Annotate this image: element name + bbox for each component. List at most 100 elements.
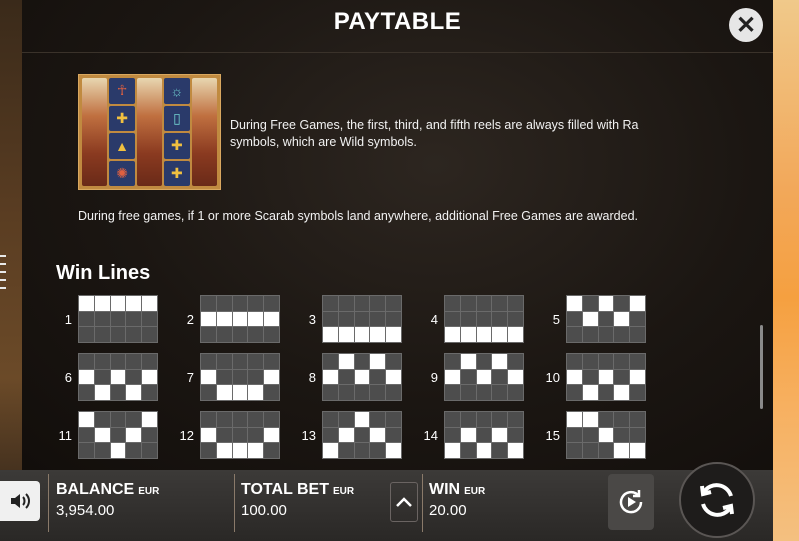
win-line-cell [216, 296, 232, 311]
win-line-cell-active [598, 369, 614, 385]
win-line-cell [370, 296, 386, 311]
win-line-cell-active [323, 327, 338, 342]
win-line-cell [201, 327, 216, 342]
win-line-cell [110, 427, 126, 443]
win-line-cell [248, 412, 264, 427]
win-line-cell-active [248, 443, 264, 458]
win-line-cell [614, 354, 630, 369]
background-left [0, 0, 22, 541]
win-line-cell [460, 311, 476, 327]
spin-button[interactable] [679, 462, 755, 538]
scrollbar[interactable] [760, 325, 763, 409]
reel-edge-markers [0, 255, 6, 295]
win-line-cell [110, 311, 126, 327]
win-line-cell-active [614, 385, 630, 400]
win-line-cell [386, 354, 401, 369]
balance-currency: EUR [138, 486, 160, 497]
win-line-cell-active [370, 354, 386, 369]
win-line-cell [598, 327, 614, 342]
autoplay-button[interactable] [608, 474, 654, 530]
win-line-cell-active [216, 385, 232, 400]
win-line-cell [630, 412, 645, 427]
win-line-cell [476, 311, 492, 327]
win-line-pattern [322, 411, 402, 459]
win-line-pattern [566, 295, 646, 343]
win-line-cell [201, 354, 216, 369]
total-bet-value: 100.00 [241, 502, 287, 519]
win-line-cell [386, 311, 401, 327]
win-line-cell [79, 427, 94, 443]
win-line-cell [216, 427, 232, 443]
win-line-cell [126, 327, 142, 342]
win-line-cell [614, 412, 630, 427]
win-line-cell [386, 412, 401, 427]
win-line-cell [232, 427, 248, 443]
win-line-cell [248, 427, 264, 443]
win-line-cell [248, 296, 264, 311]
win-line-cell [445, 385, 460, 400]
win-line-cell-active [598, 296, 614, 311]
win-line-cell-active [201, 311, 216, 327]
win-line-cell [126, 412, 142, 427]
win-line-cell [476, 296, 492, 311]
win-line-cell [201, 412, 216, 427]
win-currency: EUR [464, 486, 486, 497]
win-line-number: 13 [301, 428, 316, 443]
bet-up-button[interactable] [390, 482, 418, 522]
win-line-cell [264, 412, 279, 427]
win-line-number: 9 [430, 370, 438, 385]
win-line-cell [142, 427, 157, 443]
win-line-cell-active [386, 327, 401, 342]
win-line-pattern [78, 411, 158, 459]
chevron-up-icon [396, 497, 412, 507]
win-line-cell-active [614, 443, 630, 458]
win-line-cell [264, 385, 279, 400]
balance-label: BALANCE [56, 481, 135, 498]
win-line-cell [460, 296, 476, 311]
win-line-cell [323, 354, 338, 369]
win-line-cell-active [508, 443, 523, 458]
win-line-cell [508, 354, 523, 369]
win-line-cell [386, 296, 401, 311]
win-line-cell-active [630, 443, 645, 458]
win-line-cell-active [201, 427, 216, 443]
win-line-cell-active [567, 296, 582, 311]
win-line-cell-active [370, 427, 386, 443]
win-line-cell [460, 412, 476, 427]
win-line-cell-active [354, 327, 370, 342]
win-lines-title: Win Lines [56, 262, 151, 284]
win-line-cell [567, 443, 582, 458]
close-icon: ✕ [735, 11, 757, 39]
win-line-cell-active [492, 427, 508, 443]
win-line-cell [142, 311, 157, 327]
win-line-cell-active [598, 427, 614, 443]
win-line-cell [508, 311, 523, 327]
win-line-cell [492, 385, 508, 400]
win-line-cell [110, 412, 126, 427]
scarab-description: During free games, if 1 or more Scarab s… [78, 209, 638, 223]
close-button[interactable]: ✕ [729, 8, 763, 42]
balance-display: BALANCE EUR 3,954.00 [56, 481, 159, 519]
sound-button[interactable] [0, 481, 40, 521]
paytable-panel[interactable]: PAYTABLE ✕ ☥ ✚ ▲ ✺ ☼ ▯ ✚ ✚ During Free G… [22, 0, 773, 470]
win-line-cell [445, 412, 460, 427]
win-line-cell [567, 385, 582, 400]
win-line-cell-active [386, 369, 401, 385]
win-line-cell [476, 427, 492, 443]
win-line-cell-active [142, 296, 157, 311]
win-line-cell [508, 427, 523, 443]
win-line-cell-active [582, 385, 598, 400]
win-line-cell [370, 311, 386, 327]
win-line-cell [567, 354, 582, 369]
win-line-cell [338, 412, 354, 427]
win-line-cell [232, 296, 248, 311]
win-line-cell [264, 443, 279, 458]
win-line-cell-active [338, 354, 354, 369]
win-line-cell-active [126, 296, 142, 311]
win-line-cell [94, 443, 110, 458]
win-line-number: 12 [179, 428, 194, 443]
win-line-cell [338, 385, 354, 400]
win-line-cell-active [445, 443, 460, 458]
win-line-cell [614, 369, 630, 385]
win-line-cell [492, 412, 508, 427]
